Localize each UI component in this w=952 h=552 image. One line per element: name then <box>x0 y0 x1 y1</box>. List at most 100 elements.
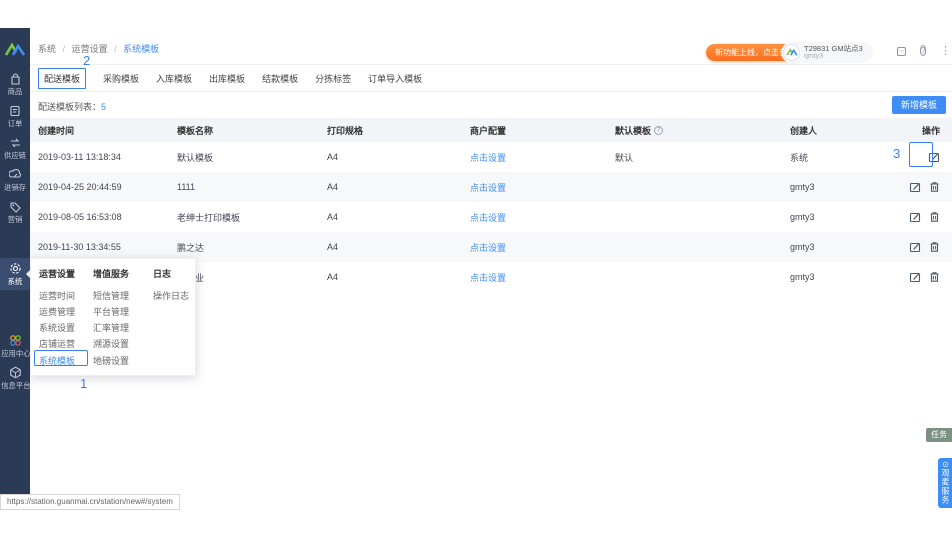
cell-print-spec: A4 <box>327 152 339 162</box>
topbar: 系统 / 运营设置 / 系统模板 新功能上线，点击查看 T29831 GM站点3… <box>30 28 952 65</box>
sidebar-item-marketing[interactable]: 营销 <box>0 200 30 224</box>
cell-print-spec: A4 <box>327 242 339 252</box>
delete-icon[interactable] <box>929 241 940 253</box>
edit-template-icon[interactable] <box>909 241 921 253</box>
sidebar-item-system[interactable]: 系统 <box>0 258 30 290</box>
tab-settlement-template[interactable]: 结款模板 <box>262 72 298 85</box>
order-doc-icon <box>0 104 30 118</box>
hexagon-icon <box>0 366 30 380</box>
menu-group-logs: 日志 <box>153 269 172 279</box>
list-header: 配送模板列表：5 新增模板 <box>30 92 952 118</box>
menu-group-value-added-services: 增值服务 <box>93 269 130 279</box>
cell-print-spec: A4 <box>327 272 339 282</box>
sidebar-item-supply-chain[interactable]: 供应链 <box>0 136 30 160</box>
delete-icon[interactable] <box>929 181 940 193</box>
service-side-tab[interactable]: ⊙观麦服务 <box>938 458 952 508</box>
circle-icon: ⊙ <box>941 461 950 469</box>
menu-item-sms-management[interactable]: 短信管理 <box>93 289 129 302</box>
sidebar-item-orders[interactable]: 订单 <box>0 104 30 128</box>
tag-icon <box>0 200 30 214</box>
edit-template-icon[interactable] <box>909 211 921 223</box>
menu-item-store-operation[interactable]: 店铺运营 <box>39 337 75 350</box>
table-header: 创建时间 模板名称 打印规格 商户配置 默认模板? 创建人 操作 <box>30 118 952 142</box>
account-name: T29831 GM站点3 <box>804 44 863 53</box>
cell-default: 默认 <box>615 152 634 163</box>
breadcrumb-system-templates[interactable]: 系统模板 <box>123 44 159 54</box>
menu-item-exchange-rate[interactable]: 汇率管理 <box>93 321 129 334</box>
app-window: 商品 订单 供应链 进销存 营销 系统 应用中心 信息平台 系统 / 运营设置 … <box>0 28 952 510</box>
template-tabs: 配送模板 采购模板 入库模板 出库模板 结款模板 分拣标签 订单导入模板 <box>30 65 952 92</box>
delete-icon[interactable] <box>929 211 940 223</box>
annotation-step-1: 1 <box>80 376 88 391</box>
tab-outbound-template[interactable]: 出库模板 <box>209 72 245 85</box>
sidebar: 商品 订单 供应链 进销存 营销 系统 应用中心 信息平台 <box>0 28 31 503</box>
supply-chain-icon <box>0 136 30 150</box>
breadcrumb-system[interactable]: 系统 <box>38 44 56 54</box>
menu-item-freight-management[interactable]: 运费管理 <box>39 305 75 318</box>
breadcrumb: 系统 / 运营设置 / 系统模板 <box>38 44 160 54</box>
list-count-value: 5 <box>101 102 107 112</box>
operation-settings-menu: 运营设置 运营时间 运费管理 系统设置 店铺运营 系统模板 增值服务 短信管理 … <box>30 258 196 376</box>
help-icon[interactable]: ? <box>920 45 927 56</box>
list-count-label: 配送模板列表：5 <box>38 102 107 112</box>
menu-item-operating-hours[interactable]: 运营时间 <box>39 289 75 302</box>
menu-item-traceability-settings[interactable]: 溯源设置 <box>93 337 129 350</box>
inventory-icon <box>0 168 30 182</box>
help-circle-icon[interactable]: ? <box>654 125 664 135</box>
sidebar-item-inventory[interactable]: 进销存 <box>0 168 30 192</box>
annotation-box-menu-item <box>34 350 88 366</box>
menu-item-platform-management[interactable]: 平台管理 <box>93 305 129 318</box>
merchant-config-link[interactable]: 点击设置 <box>470 202 506 232</box>
message-icon[interactable]: ⋯ <box>897 46 906 56</box>
task-badge[interactable]: 任务 <box>926 428 952 442</box>
edit-template-icon[interactable] <box>909 271 921 283</box>
delete-icon[interactable] <box>929 271 940 283</box>
menu-group-operation-settings: 运营设置 <box>39 269 76 279</box>
sidebar-item-goods[interactable]: 商品 <box>0 72 30 96</box>
tab-sorting-label[interactable]: 分拣标签 <box>315 72 351 85</box>
col-merchant-config: 商户配置 <box>470 125 507 136</box>
cell-create-time: 2019-08-05 16:53:08 <box>38 212 122 222</box>
cell-template-name: 1111 <box>177 182 196 192</box>
bag-icon <box>0 72 30 86</box>
menu-item-operation-logs[interactable]: 操作日志 <box>153 289 189 302</box>
sidebar-item-app-center[interactable]: 应用中心 <box>0 334 31 358</box>
merchant-config-link[interactable]: 点击设置 <box>470 142 506 172</box>
cell-template-name: 老绅士打印模板 <box>177 212 241 223</box>
col-template-name: 模板名称 <box>177 125 214 136</box>
cell-print-spec: A4 <box>327 182 339 192</box>
col-actions: 操作 <box>921 125 940 136</box>
col-creator: 创建人 <box>790 125 818 136</box>
more-kebab-icon[interactable]: ⋮ <box>940 46 951 57</box>
menu-item-system-templates[interactable]: 系统模板 <box>34 350 88 367</box>
account-menu[interactable]: T29831 GM站点3 qmty3 <box>781 42 873 63</box>
cell-create-time: 2019-03-11 13:18:34 <box>38 152 121 162</box>
edit-template-icon[interactable] <box>909 181 921 193</box>
annotation-step-3: 3 <box>893 146 901 161</box>
gear-icon <box>0 262 30 276</box>
menu-item-weighbridge-settings[interactable]: 地磅设置 <box>93 354 129 367</box>
annotation-box-edit-icon <box>909 142 933 167</box>
cell-print-spec: A4 <box>327 212 339 222</box>
cell-creator: 系统 <box>790 152 809 163</box>
table-row: 2019-03-11 13:18:34 默认模板 A4 点击设置 默认 系统 <box>30 142 952 172</box>
tab-delivery-template[interactable]: 配送模板 <box>38 67 87 89</box>
sidebar-item-info-platform[interactable]: 信息平台 <box>0 366 31 390</box>
tab-purchase-template[interactable]: 采购模板 <box>103 72 139 85</box>
guanmai-logo-icon <box>4 42 26 58</box>
col-create-time: 创建时间 <box>38 125 75 136</box>
cell-creator: gmty3 <box>790 272 815 282</box>
merchant-config-link[interactable]: 点击设置 <box>470 172 506 202</box>
merchant-config-link[interactable]: 点击设置 <box>470 232 506 262</box>
cell-creator: gmty3 <box>790 182 815 192</box>
account-subname: qmty3 <box>804 53 824 60</box>
menu-item-system-settings[interactable]: 系统设置 <box>39 321 75 334</box>
status-bar-url: https://station.guanmai.cn/station/new#/… <box>0 494 180 510</box>
tab-order-import-template[interactable]: 订单导入模板 <box>368 72 422 85</box>
annotation-step-2: 2 <box>83 53 91 68</box>
new-template-button[interactable]: 新增模板 <box>891 96 946 114</box>
apps-grid-icon <box>0 334 30 348</box>
cell-create-time: 2019-04-25 20:44:59 <box>38 182 122 192</box>
tab-inbound-template[interactable]: 入库模板 <box>156 72 192 85</box>
merchant-config-link[interactable]: 点击设置 <box>470 262 506 292</box>
